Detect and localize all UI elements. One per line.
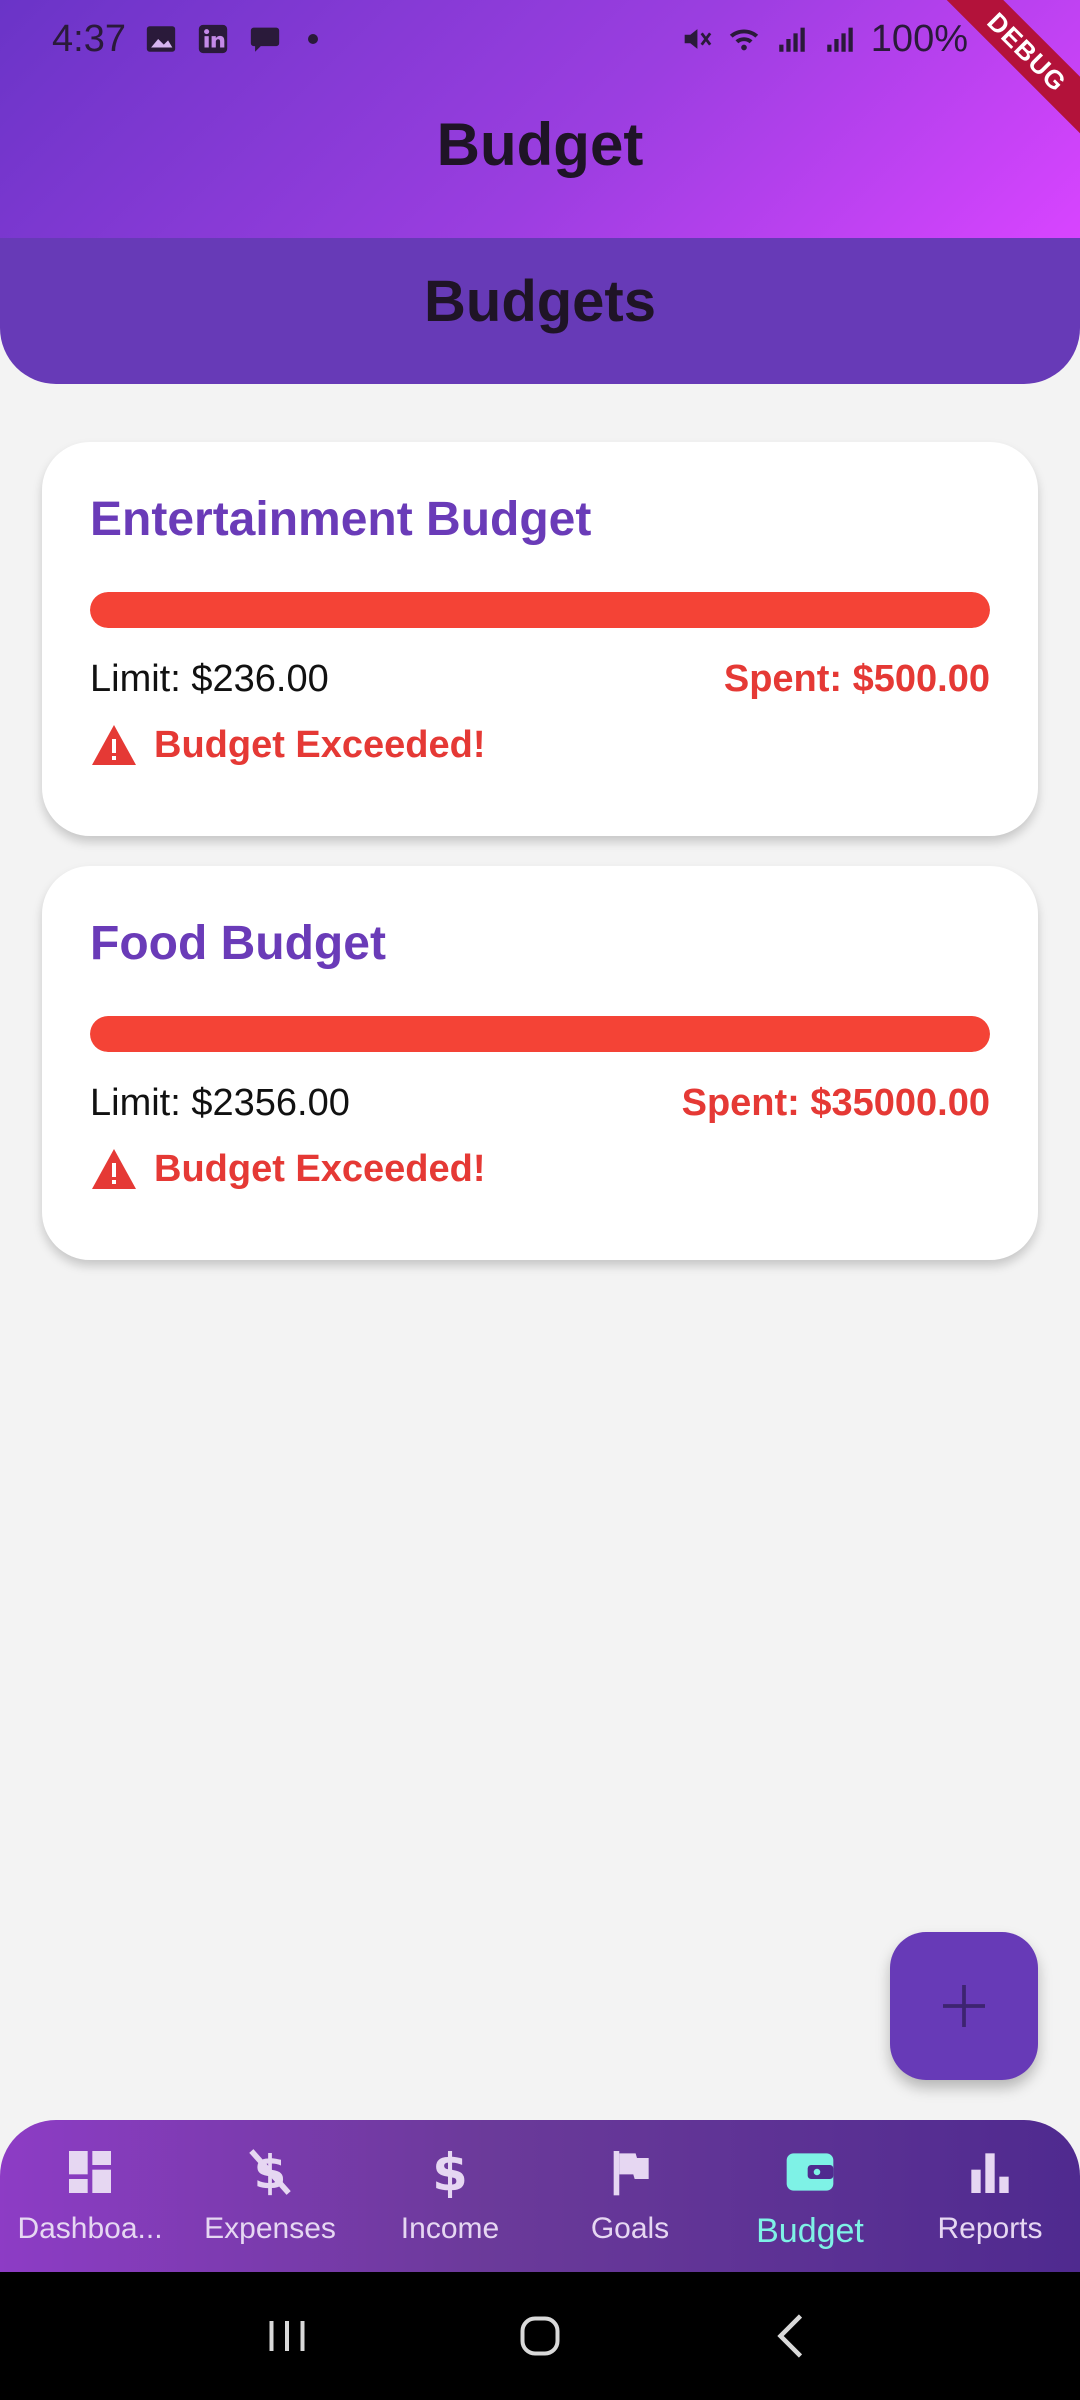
bar-chart-icon xyxy=(971,2153,1009,2193)
warning-icon xyxy=(92,1149,136,1189)
nav-label: Reports xyxy=(937,2212,1043,2245)
nav-item-dashboard[interactable]: Dashboa... xyxy=(0,2120,180,2272)
mute-icon xyxy=(684,29,712,49)
nav-item-reports[interactable]: Reports xyxy=(900,2120,1080,2272)
status-bar: 4:37 100% xyxy=(0,0,1080,78)
svg-text:$: $ xyxy=(432,2144,468,2200)
nav-item-expenses[interactable]: $ Expenses xyxy=(180,2120,360,2272)
add-budget-button[interactable] xyxy=(890,1932,1038,2080)
budget-limit: Limit: $2356.00 xyxy=(90,1082,350,1124)
budget-card-title: Food Budget xyxy=(90,917,386,970)
budget-progress-track xyxy=(90,1016,990,1052)
battery-percent: 100% xyxy=(870,17,968,60)
notification-dot xyxy=(307,34,318,44)
nav-label: Budget xyxy=(756,2212,864,2250)
system-nav-bar xyxy=(0,2272,1080,2400)
budget-spent: Spent: $500.00 xyxy=(723,658,990,700)
budget-card-title: Entertainment Budget xyxy=(90,493,592,546)
nav-item-budget[interactable]: Budget xyxy=(720,2120,900,2272)
status-left: 4:37 xyxy=(52,18,318,61)
wifi-icon xyxy=(729,29,758,51)
wallet-icon xyxy=(786,2153,834,2191)
budget-warning-text: Budget Exceeded! xyxy=(154,1147,486,1190)
back-icon[interactable] xyxy=(763,2306,823,2366)
nav-label: Expenses xyxy=(204,2212,336,2245)
signal-sim2-icon xyxy=(827,27,853,52)
budget-card-food[interactable]: Food Budget Limit: $2356.00 Spent: $3500… xyxy=(42,866,1038,1260)
section-banner: Budgets xyxy=(0,238,1080,384)
home-icon[interactable] xyxy=(510,2306,570,2366)
budget-progress-track xyxy=(90,592,990,628)
page-title: Budget xyxy=(436,111,644,178)
nav-item-income[interactable]: $ Income xyxy=(360,2120,540,2272)
budget-spent: Spent: $35000.00 xyxy=(681,1082,990,1124)
signal-sim1-icon xyxy=(779,27,805,52)
status-right: 100% xyxy=(679,18,968,61)
budget-progress-fill xyxy=(90,1016,990,1052)
budget-amounts-row: Limit: $2356.00 Spent: $35000.00 xyxy=(90,1082,990,1125)
budget-warning-text: Budget Exceeded! xyxy=(154,723,486,766)
budget-limit: Limit: $236.00 xyxy=(90,658,329,700)
money-off-icon: $ xyxy=(249,2146,291,2200)
budget-list: Entertainment Budget Limit: $236.00 Spen… xyxy=(42,442,1038,1290)
budget-progress-fill xyxy=(90,592,990,628)
gallery-icon xyxy=(146,26,176,52)
budget-warning: Budget Exceeded! xyxy=(90,1147,990,1191)
nav-label: Goals xyxy=(590,2212,670,2245)
nav-item-goals[interactable]: Goals xyxy=(540,2120,720,2272)
dashboard-icon xyxy=(69,2151,111,2193)
nav-label: Dashboa... xyxy=(17,2212,163,2245)
status-time: 4:37 xyxy=(52,17,126,60)
linkedin-icon xyxy=(198,24,228,54)
budget-amounts-row: Limit: $236.00 Spent: $500.00 xyxy=(90,658,990,701)
section-title: Budgets xyxy=(424,269,656,334)
budget-card-entertainment[interactable]: Entertainment Budget Limit: $236.00 Spen… xyxy=(42,442,1038,836)
bottom-nav: Dashboa... $ Expenses $ Income Goals Bud… xyxy=(0,2120,1080,2272)
dollar-icon: $ xyxy=(432,2144,468,2200)
warning-icon xyxy=(92,725,136,765)
app-header: 4:37 100% DEBUG Budget xyxy=(0,0,1080,238)
chat-icon xyxy=(250,27,280,52)
nav-label: Income xyxy=(400,2212,500,2245)
plus-icon xyxy=(943,1985,985,2027)
recents-icon[interactable] xyxy=(257,2306,317,2366)
budget-warning: Budget Exceeded! xyxy=(90,723,990,767)
flag-icon xyxy=(613,2151,649,2196)
